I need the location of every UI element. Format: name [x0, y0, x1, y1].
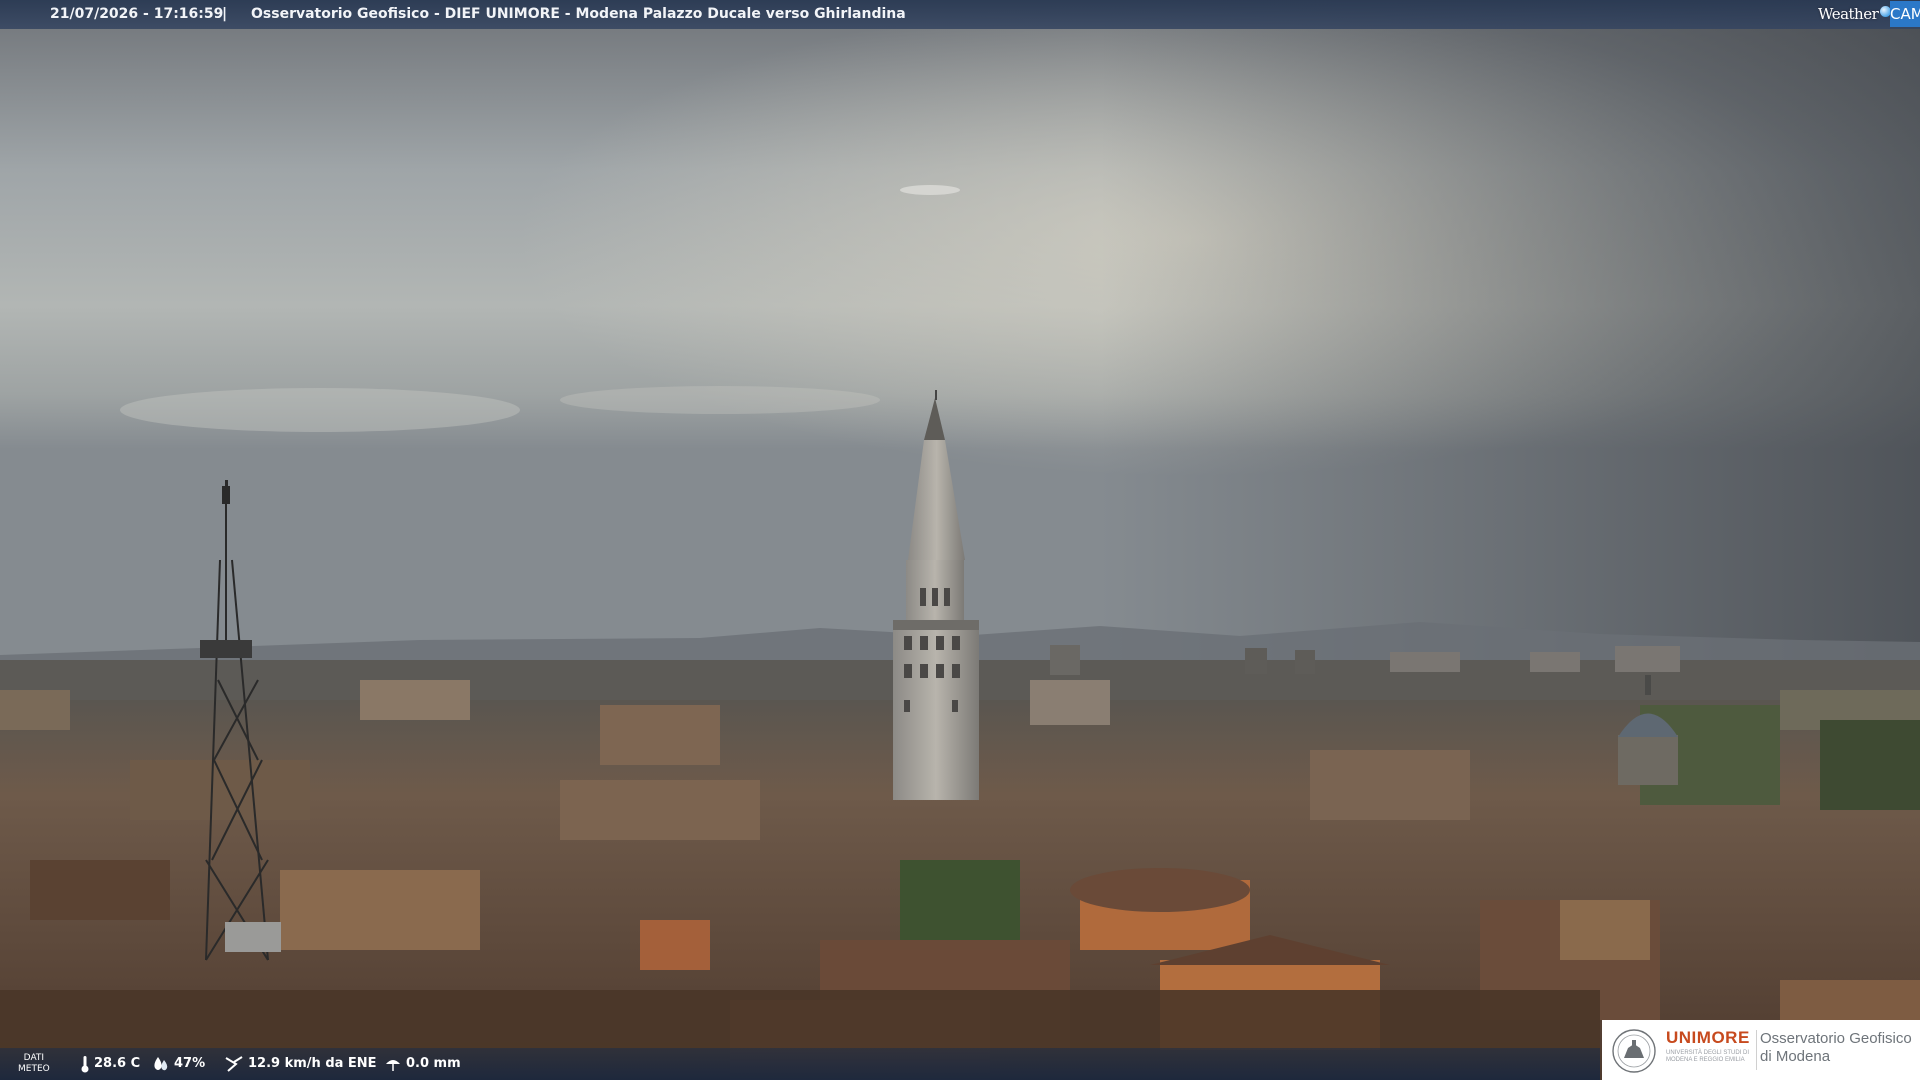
thermometer-icon [81, 1055, 89, 1072]
unimore-subtitle: UNIVERSITÀ DEGLI STUDI DI MODENA E REGGI… [1666, 1050, 1749, 1064]
camera-title: Osservatorio Geofisico - DIEF UNIMORE - … [251, 6, 906, 22]
brand-cam-text: CAM [1890, 1, 1920, 27]
humidity-reading: 47% [152, 1048, 205, 1080]
separator: | [222, 6, 228, 22]
wind-reading: 12.9 km/h da ENE [224, 1048, 377, 1080]
weather-data-bar: DATI METEO 28.6 C 47% 12.9 km/h da ENE 0… [0, 1048, 1600, 1080]
logo-divider [1756, 1030, 1757, 1070]
observatory-line1: Osservatorio Geofisico [1760, 1030, 1912, 1047]
weather-label-line1: DATI [23, 1053, 45, 1063]
humidity-value: 47% [174, 1056, 206, 1071]
webcam-scene [0, 0, 1920, 1080]
weathercam-brand: Weather CAM [1818, 0, 1920, 28]
rain-value: 0.0 mm [406, 1056, 461, 1071]
temperature-reading: 28.6 C [80, 1048, 140, 1080]
humidity-icon [154, 1056, 168, 1070]
rain-gauge-icon [386, 1059, 400, 1071]
wind-value: 12.9 km/h da ENE [248, 1056, 377, 1071]
webcam-frame: 21/07/2026 - 17:16:59 | Osservatorio Geo… [0, 0, 1920, 1080]
rain-reading: 0.0 mm [384, 1048, 461, 1080]
temperature-value: 28.6 C [94, 1056, 141, 1071]
wind-icon [225, 1055, 243, 1072]
unimore-suffix: MORE [1696, 1028, 1750, 1047]
unimore-prefix: UNI [1666, 1028, 1697, 1047]
weather-data-label: DATI METEO [18, 1053, 50, 1075]
unimore-sub-line1: UNIVERSITÀ DEGLI STUDI DI [1666, 1050, 1750, 1056]
top-status-bar: 21/07/2026 - 17:16:59 | Osservatorio Geo… [0, 0, 1920, 29]
unimore-sub-line2: MODENA E REGGIO EMILIA [1666, 1057, 1745, 1063]
unimore-logo: UNIMORE UNIVERSITÀ DEGLI STUDI DI MODENA… [1602, 1020, 1920, 1080]
university-seal-icon [1612, 1029, 1656, 1073]
observatory-line2: di Modena [1760, 1048, 1831, 1065]
weather-label-line2: METEO [18, 1064, 50, 1074]
brand-weather-text: Weather [1818, 5, 1879, 23]
timestamp: 21/07/2026 - 17:16:59 [50, 6, 224, 22]
observatory-name: Osservatorio Geofisico di Modena [1760, 1030, 1912, 1066]
unimore-wordmark: UNIMORE [1666, 1028, 1750, 1048]
